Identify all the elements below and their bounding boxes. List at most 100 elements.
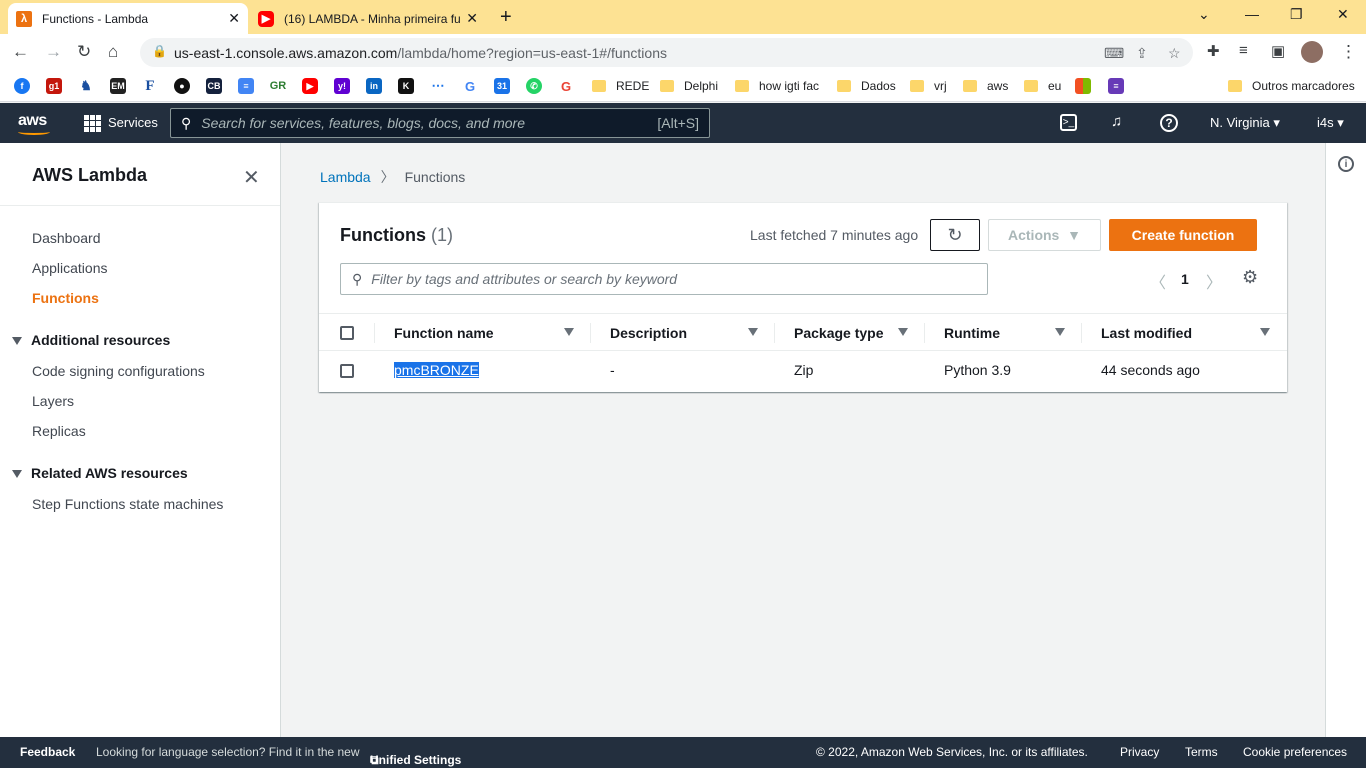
share-icon[interactable]: ⇪ bbox=[1136, 45, 1148, 62]
actions-button[interactable]: Actions ▼ bbox=[988, 219, 1101, 251]
address-bar[interactable]: 🔒 us-east-1.console.aws.amazon.com/lambd… bbox=[140, 38, 1193, 67]
bookmark-f[interactable]: F bbox=[142, 78, 158, 94]
bookmark-yahoo[interactable]: y! bbox=[334, 78, 350, 94]
row-checkbox[interactable] bbox=[340, 364, 354, 378]
column-function-name[interactable]: Function name bbox=[394, 325, 494, 341]
lock-icon[interactable]: 🔒 bbox=[152, 44, 167, 58]
sidebar-section-additional[interactable]: Additional resources bbox=[12, 332, 170, 348]
bookmark-whatsapp[interactable]: ✆ bbox=[526, 78, 542, 94]
bookmark-cb[interactable]: CB bbox=[206, 78, 222, 94]
minimize-icon[interactable]: — bbox=[1245, 6, 1259, 22]
bookmark-g1[interactable]: g1 bbox=[46, 78, 62, 94]
avatar[interactable] bbox=[1301, 41, 1323, 63]
cloudshell-icon[interactable]: >_ bbox=[1060, 114, 1077, 131]
sidebar-item-applications[interactable]: Applications bbox=[32, 260, 108, 276]
aws-search-input[interactable]: ⚲ Search for services, features, blogs, … bbox=[170, 108, 710, 138]
tab-functions-lambda[interactable]: λ Functions - Lambda ✕ bbox=[8, 3, 248, 34]
sort-icon[interactable] bbox=[898, 328, 908, 336]
media-icon[interactable]: ≡ bbox=[1239, 42, 1248, 59]
bookmark-facebook[interactable]: f bbox=[14, 78, 30, 94]
terms-link[interactable]: Terms bbox=[1185, 745, 1218, 759]
bookmark-folder-delphi[interactable]: Delphi bbox=[660, 78, 718, 94]
bookmark-folder-outros[interactable]: Outros marcadores bbox=[1228, 78, 1355, 94]
extensions-icon[interactable]: ✚ bbox=[1207, 42, 1220, 60]
bookmark-gr[interactable]: GR bbox=[270, 78, 286, 94]
sidebar-item-layers[interactable]: Layers bbox=[32, 393, 74, 409]
bookmark-folder-eu[interactable]: eu bbox=[1024, 78, 1061, 94]
sidebar-section-related[interactable]: Related AWS resources bbox=[12, 465, 188, 481]
refresh-button[interactable]: ↻ bbox=[930, 219, 980, 251]
sidebar-item-functions[interactable]: Functions bbox=[32, 290, 99, 306]
side-panel-icon[interactable]: ▣ bbox=[1271, 42, 1285, 60]
settings-gear-icon[interactable]: ⚙ bbox=[1242, 267, 1258, 288]
feedback-link[interactable]: Feedback bbox=[20, 745, 75, 759]
bookmark-linkedin[interactable]: in bbox=[366, 78, 382, 94]
sidebar-item-dashboard[interactable]: Dashboard bbox=[32, 230, 101, 246]
privacy-link[interactable]: Privacy bbox=[1120, 745, 1159, 759]
bookmark-microsoft[interactable] bbox=[1075, 78, 1091, 94]
new-tab-icon[interactable]: + bbox=[500, 6, 512, 29]
bookmark-github[interactable]: ● bbox=[174, 78, 190, 94]
bookmark-label: Delphi bbox=[684, 79, 719, 93]
region-selector[interactable]: N. Virginia ▾ bbox=[1210, 115, 1280, 131]
column-package-type[interactable]: Package type bbox=[794, 325, 884, 341]
bookmark-folder-dados[interactable]: Dados bbox=[837, 78, 896, 94]
close-icon[interactable]: ✕ bbox=[228, 10, 240, 27]
sort-icon[interactable] bbox=[564, 328, 574, 336]
close-icon[interactable]: ✕ bbox=[466, 10, 478, 27]
info-icon[interactable]: i bbox=[1338, 156, 1354, 172]
sidebar-item-replicas[interactable]: Replicas bbox=[32, 423, 86, 439]
sort-icon[interactable] bbox=[1055, 328, 1065, 336]
sidebar-item-step-functions[interactable]: Step Functions state machines bbox=[32, 496, 223, 512]
forward-icon[interactable]: → bbox=[45, 42, 62, 62]
bookmark-k[interactable]: K bbox=[398, 78, 414, 94]
bookmark-folder-vrj[interactable]: vrj bbox=[910, 78, 947, 94]
page-number[interactable]: 1 bbox=[1181, 271, 1189, 287]
home-icon[interactable]: ⌂ bbox=[108, 42, 118, 62]
bookmark-google-2[interactable]: G bbox=[558, 78, 574, 94]
bookmark-docs[interactable]: ≡ bbox=[238, 78, 254, 94]
column-runtime[interactable]: Runtime bbox=[944, 325, 1000, 341]
sort-icon[interactable] bbox=[748, 328, 758, 336]
services-menu[interactable]: Services bbox=[108, 115, 158, 130]
column-description[interactable]: Description bbox=[610, 325, 687, 341]
breadcrumb-lambda[interactable]: Lambda bbox=[320, 169, 371, 185]
sidebar-item-code-signing[interactable]: Code signing configurations bbox=[32, 363, 205, 379]
restore-icon[interactable]: ❐ bbox=[1290, 6, 1303, 23]
services-grid-icon[interactable] bbox=[84, 115, 101, 132]
help-icon[interactable]: ? bbox=[1160, 114, 1178, 132]
function-name-text[interactable]: pmcBRONZE bbox=[394, 362, 479, 378]
back-icon[interactable]: ← bbox=[12, 42, 29, 62]
translate-icon[interactable]: ⌨ bbox=[1104, 45, 1124, 62]
close-window-icon[interactable]: ✕ bbox=[1337, 6, 1349, 23]
chevron-down-icon[interactable]: ⌄ bbox=[1198, 6, 1210, 23]
bookmark-folder-how-igti[interactable]: how igti fac bbox=[735, 78, 819, 94]
bookmark-youtube[interactable]: ▶ bbox=[302, 78, 318, 94]
bookmark-google[interactable]: G bbox=[462, 78, 478, 94]
bell-icon[interactable]: ♫ bbox=[1111, 113, 1122, 130]
bookmark-folder-aws[interactable]: aws bbox=[963, 78, 1008, 94]
function-name-link[interactable]: pmcBRONZE bbox=[394, 362, 479, 378]
next-page-icon[interactable]: 〉 bbox=[1206, 269, 1222, 293]
aws-logo[interactable]: aws bbox=[18, 112, 50, 135]
cookie-preferences-link[interactable]: Cookie preferences bbox=[1243, 745, 1347, 759]
bookmark-flow[interactable]: ⋯ bbox=[430, 78, 446, 94]
select-all-checkbox[interactable] bbox=[340, 326, 354, 340]
sort-icon[interactable] bbox=[1260, 328, 1270, 336]
prev-page-icon[interactable]: 〈 bbox=[1150, 269, 1166, 293]
close-icon[interactable]: ✕ bbox=[243, 165, 260, 190]
bookmark-horse[interactable]: ♞ bbox=[78, 78, 94, 94]
star-icon[interactable]: ☆ bbox=[1168, 45, 1181, 62]
column-last-modified[interactable]: Last modified bbox=[1101, 325, 1192, 341]
bookmark-em[interactable]: EM bbox=[110, 78, 126, 94]
filter-input[interactable] bbox=[371, 271, 987, 287]
bookmark-folder-rede[interactable]: REDE bbox=[592, 78, 649, 94]
reload-icon[interactable]: ↻ bbox=[77, 42, 91, 62]
bookmark-forms[interactable]: ≡ bbox=[1108, 78, 1124, 94]
tab-youtube[interactable]: ▶ (16) LAMBDA - Minha primeira fu ✕ bbox=[250, 3, 486, 34]
bookmark-calendar[interactable]: 31 bbox=[494, 78, 510, 94]
account-menu[interactable]: i4s ▾ bbox=[1317, 115, 1344, 131]
create-function-button[interactable]: Create function bbox=[1109, 219, 1257, 251]
menu-icon[interactable]: ⋮ bbox=[1340, 42, 1357, 62]
table-row[interactable]: pmcBRONZE - Zip Python 3.9 44 seconds ag… bbox=[319, 351, 1287, 391]
